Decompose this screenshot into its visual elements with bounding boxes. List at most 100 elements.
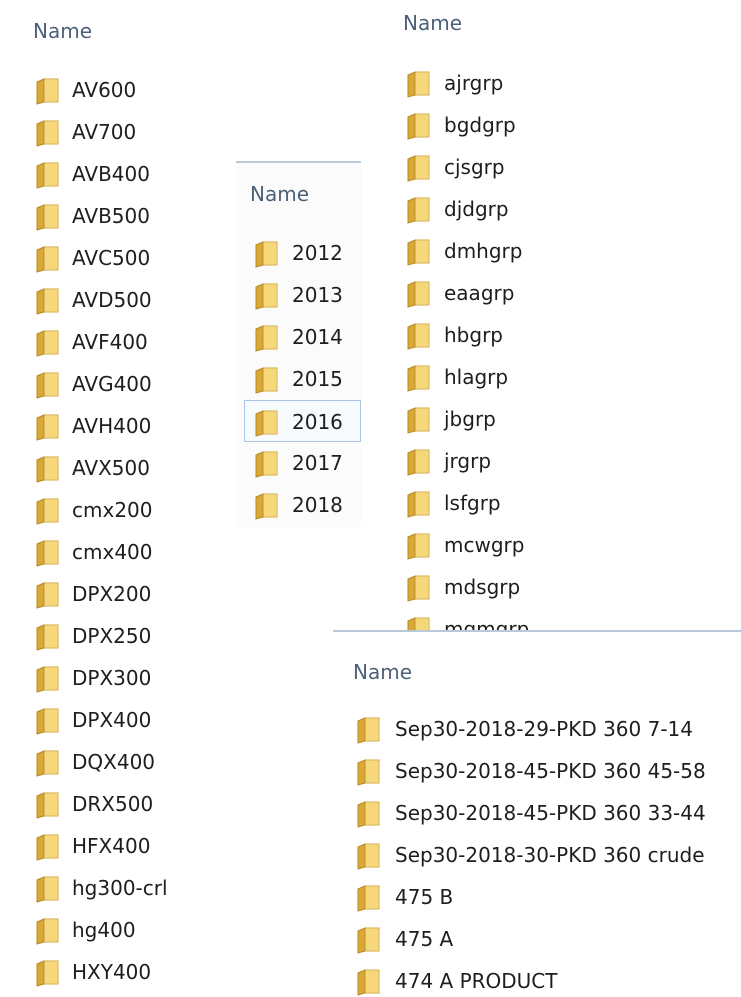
folder-icon xyxy=(253,324,281,352)
folder-name: 475 A xyxy=(395,927,454,951)
folder-name: 2013 xyxy=(292,283,343,307)
folder-list: 2012 2013 2014 2015 2016 2017 2018 xyxy=(236,232,361,526)
folder-item[interactable]: 475 B xyxy=(333,876,741,918)
folder-list-panel-1: Name AV600 AV700 AVB400 AVB500 AVC500 AVD500 A… xyxy=(0,0,210,997)
folder-icon xyxy=(253,282,281,310)
folder-item[interactable]: cjsgrp xyxy=(386,146,594,188)
folder-name: Sep30-2018-45-PKD 360 33-44 xyxy=(395,801,706,825)
folder-name: DPX300 xyxy=(72,666,152,690)
folder-item[interactable]: 2013 xyxy=(236,274,361,316)
folder-item-selected[interactable]: 2016 xyxy=(244,400,361,442)
folder-item[interactable]: 2012 xyxy=(236,232,361,274)
folder-icon xyxy=(34,161,62,189)
name-column-header[interactable]: Name xyxy=(33,19,92,43)
folder-item[interactable]: 2017 xyxy=(236,442,361,484)
folder-list: Sep30-2018-29-PKD 360 7-14 Sep30-2018-45-… xyxy=(333,708,741,997)
folder-name: DPX200 xyxy=(72,582,152,606)
folder-icon xyxy=(34,581,62,609)
folder-item[interactable]: Sep30-2018-45-PKD 360 45-58 xyxy=(333,750,741,792)
folder-icon xyxy=(405,574,433,602)
folder-item[interactable]: Sep30-2018-45-PKD 360 33-44 xyxy=(333,792,741,834)
folder-icon xyxy=(405,532,433,560)
folder-name: 475 B xyxy=(395,885,454,909)
folder-icon xyxy=(34,959,62,987)
folder-icon xyxy=(405,154,433,182)
folder-item[interactable]: hbgrp xyxy=(386,314,594,356)
folder-item[interactable]: AV700 xyxy=(0,111,210,153)
folder-name: 2015 xyxy=(292,367,343,391)
folder-name: cjsgrp xyxy=(444,155,505,179)
folder-item[interactable]: 474 A PRODUCT xyxy=(333,960,741,997)
folder-item[interactable]: DRX500 xyxy=(0,783,210,825)
folder-name: bgdgrp xyxy=(444,113,516,137)
folder-item[interactable]: AVH400 xyxy=(0,405,210,447)
folder-item[interactable]: hlagrp xyxy=(386,356,594,398)
folder-name: 2016 xyxy=(292,410,343,434)
folder-item[interactable]: HXY400 xyxy=(0,951,210,993)
folder-item[interactable]: lsfgrp xyxy=(386,482,594,524)
folder-item[interactable]: AVF400 xyxy=(0,321,210,363)
folder-item[interactable]: HFX400 xyxy=(0,825,210,867)
folder-name: 474 A PRODUCT xyxy=(395,969,558,993)
folder-item[interactable]: Sep30-2018-29-PKD 360 7-14 xyxy=(333,708,741,750)
folder-item[interactable]: hg400 xyxy=(0,909,210,951)
folder-name: AVG400 xyxy=(72,372,152,396)
folder-icon xyxy=(405,364,433,392)
folder-item[interactable]: DPX400 xyxy=(0,699,210,741)
folder-name: AVF400 xyxy=(72,330,148,354)
folder-icon xyxy=(253,366,281,394)
folder-list: AV600 AV700 AVB400 AVB500 AVC500 AVD500 AVF400… xyxy=(0,69,210,993)
folder-icon xyxy=(253,450,281,478)
folder-icon xyxy=(355,842,383,870)
folder-item[interactable]: mgmgrp xyxy=(386,608,594,630)
folder-item[interactable]: hg300-crl xyxy=(0,867,210,909)
folder-icon xyxy=(34,875,62,903)
folder-item[interactable]: AVB400 xyxy=(0,153,210,195)
folder-item[interactable]: mcwgrp xyxy=(386,524,594,566)
name-column-header[interactable]: Name xyxy=(250,182,309,206)
folder-item[interactable]: jrgrp xyxy=(386,440,594,482)
folder-item[interactable]: bgdgrp xyxy=(386,104,594,146)
folder-item[interactable]: DPX250 xyxy=(0,615,210,657)
folder-icon xyxy=(405,490,433,518)
folder-item[interactable]: 2015 xyxy=(236,358,361,400)
folder-item[interactable]: DQX400 xyxy=(0,741,210,783)
folder-name: AV600 xyxy=(72,78,137,102)
folder-icon xyxy=(34,329,62,357)
folder-item[interactable]: 2014 xyxy=(236,316,361,358)
folder-item[interactable]: 475 A xyxy=(333,918,741,960)
folder-name: Sep30-2018-45-PKD 360 45-58 xyxy=(395,759,706,783)
folder-item[interactable]: Sep30-2018-30-PKD 360 crude xyxy=(333,834,741,876)
folder-item[interactable]: mdsgrp xyxy=(386,566,594,608)
folder-item[interactable]: ajrgrp xyxy=(386,62,594,104)
folder-item[interactable]: DPX200 xyxy=(0,573,210,615)
folder-item[interactable]: DPX300 xyxy=(0,657,210,699)
folder-name: AVB400 xyxy=(72,162,150,186)
folder-icon xyxy=(405,238,433,266)
folder-item[interactable]: AVB500 xyxy=(0,195,210,237)
folder-item[interactable]: AVX500 xyxy=(0,447,210,489)
name-column-header[interactable]: Name xyxy=(353,660,412,684)
folder-item[interactable]: AVG400 xyxy=(0,363,210,405)
name-column-header[interactable]: Name xyxy=(403,11,462,35)
folder-name: AVH400 xyxy=(72,414,152,438)
folder-icon xyxy=(405,112,433,140)
folder-name: Sep30-2018-29-PKD 360 7-14 xyxy=(395,717,693,741)
folder-item[interactable]: AVC500 xyxy=(0,237,210,279)
folder-item[interactable]: jbgrp xyxy=(386,398,594,440)
folder-name: dmhgrp xyxy=(444,239,523,263)
folder-item[interactable]: 2018 xyxy=(236,484,361,526)
folder-item[interactable]: cmx400 xyxy=(0,531,210,573)
folder-name: jbgrp xyxy=(444,407,496,431)
folder-name: 2014 xyxy=(292,325,343,349)
folder-icon xyxy=(405,322,433,350)
folder-item[interactable]: dmhgrp xyxy=(386,230,594,272)
folder-item[interactable]: AVD500 xyxy=(0,279,210,321)
folder-item[interactable]: eaagrp xyxy=(386,272,594,314)
folder-item[interactable]: cmx200 xyxy=(0,489,210,531)
folder-item[interactable]: djdgrp xyxy=(386,188,594,230)
folder-item[interactable]: AV600 xyxy=(0,69,210,111)
folder-icon xyxy=(405,406,433,434)
folder-icon xyxy=(34,917,62,945)
folder-name: jrgrp xyxy=(444,449,492,473)
